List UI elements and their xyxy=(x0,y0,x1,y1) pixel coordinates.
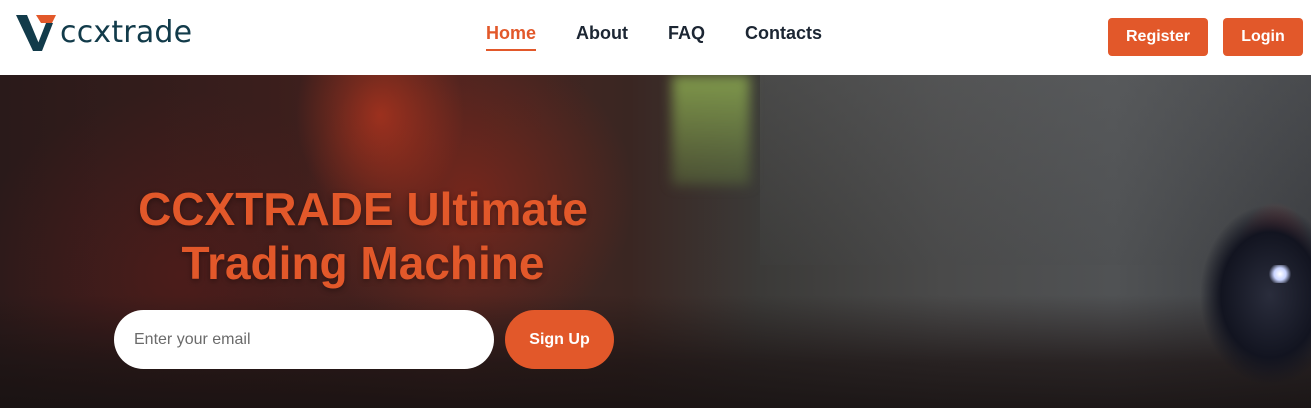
register-button[interactable]: Register xyxy=(1108,18,1208,56)
hero-title-line-2: Trading Machine xyxy=(181,237,545,289)
hero-background-light xyxy=(672,75,750,185)
hero-car-image xyxy=(1150,195,1311,395)
car-headlight xyxy=(1268,265,1292,283)
brand-name: ccxtrade xyxy=(60,15,193,50)
nav-faq-link[interactable]: FAQ xyxy=(668,22,705,51)
nav-home-link[interactable]: Home xyxy=(486,22,537,51)
brand-logo[interactable]: ccxtrade xyxy=(16,13,192,53)
site-header: ccxtrade Home About FAQ Contacts Registe… xyxy=(0,0,1311,75)
hero-section: CCXTRADE Ultimate Trading Machine Sign U… xyxy=(0,75,1311,408)
email-input[interactable] xyxy=(114,310,494,369)
logo-mark-icon xyxy=(16,15,56,51)
hero-title: CCXTRADE Ultimate Trading Machine xyxy=(112,182,614,290)
main-nav: Home About FAQ Contacts xyxy=(486,22,862,51)
signup-button[interactable]: Sign Up xyxy=(505,310,614,369)
nav-contacts-link[interactable]: Contacts xyxy=(745,22,822,51)
login-button[interactable]: Login xyxy=(1223,18,1303,56)
nav-about-link[interactable]: About xyxy=(576,22,628,51)
hero-title-line-1: CCXTRADE Ultimate xyxy=(138,183,588,235)
